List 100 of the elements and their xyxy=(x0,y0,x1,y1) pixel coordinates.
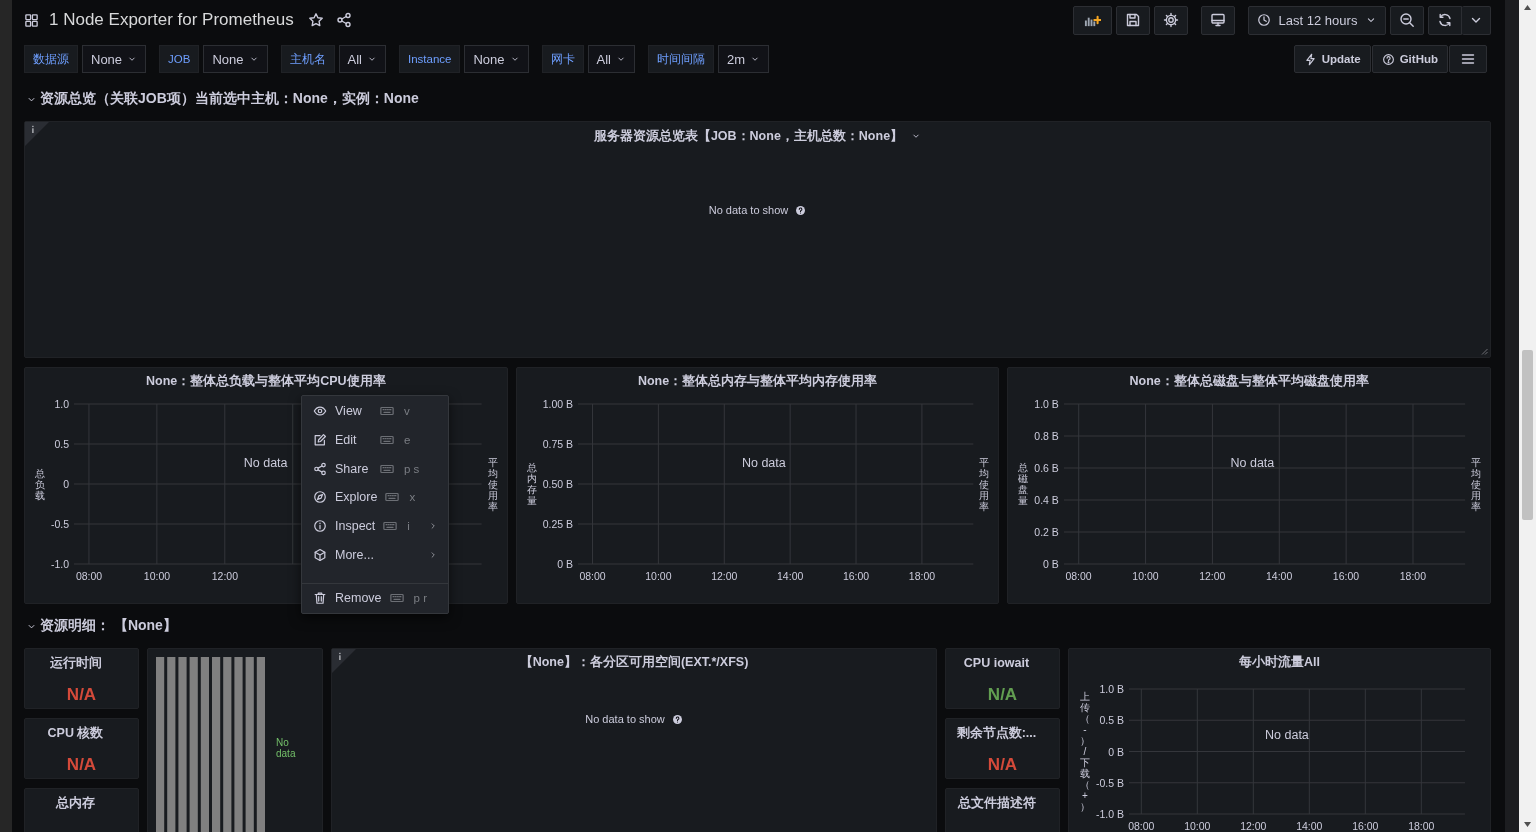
panel-title: 每小时流量All xyxy=(1239,654,1320,670)
variable-label: JOB xyxy=(159,45,200,73)
variable-label: 时间间隔 xyxy=(648,45,714,73)
menu-item[interactable]: View v xyxy=(302,397,448,426)
no-data-message: No data to show xyxy=(708,204,789,216)
variable-dropdown[interactable]: 2m xyxy=(718,45,770,73)
chevron-down-icon xyxy=(509,54,520,64)
chevron-down-icon[interactable] xyxy=(911,131,922,141)
share-icon[interactable] xyxy=(335,12,352,28)
tick-label: 0.6 B xyxy=(1034,461,1059,475)
tick-label: 0 B xyxy=(1108,744,1124,759)
share-icon xyxy=(313,461,327,476)
row-header[interactable]: 资源明细： 【None】 xyxy=(24,615,177,637)
menu-item[interactable]: Remove p r xyxy=(302,584,448,613)
chevron-down-icon xyxy=(127,54,138,64)
menu-item[interactable]: Share p s xyxy=(302,454,448,484)
tick-label: -0.5 B xyxy=(1096,775,1124,790)
stat-value: N/A xyxy=(987,685,1018,705)
tick-label: 08:00 xyxy=(1065,570,1092,582)
axis-label: 总磁盘量 xyxy=(1018,462,1029,506)
variable-dropdown[interactable]: None xyxy=(464,45,529,73)
star-icon[interactable] xyxy=(307,12,324,28)
refresh-button[interactable] xyxy=(1428,5,1462,35)
row-header[interactable]: 资源总览（关联JOB项）当前选中主机：None，实例：None xyxy=(24,88,419,110)
axis-label: 平均使用率 xyxy=(979,456,990,512)
variable-label: 数据源 xyxy=(24,45,78,73)
zoom-out-icon xyxy=(1399,12,1415,28)
tick-label: 12:00 xyxy=(1240,820,1267,832)
stat-value: N/A xyxy=(66,685,97,705)
menu-item[interactable]: Edit e xyxy=(302,425,448,455)
tick-label: 10:00 xyxy=(1132,570,1159,582)
tick-label: 0.2 B xyxy=(1034,525,1059,539)
tick-label: 10:00 xyxy=(1184,820,1211,832)
tick-label: 08:00 xyxy=(1128,820,1155,832)
tick-label: 0.75 B xyxy=(542,437,574,451)
tick-label: 18:00 xyxy=(908,570,936,582)
tick-label: 18:00 xyxy=(1408,820,1435,832)
tick-label: 0.25 B xyxy=(542,517,574,531)
resize-handle-icon[interactable] xyxy=(1481,348,1488,355)
menu-button[interactable] xyxy=(1449,45,1487,73)
panel-title: 运行时间 xyxy=(49,655,103,671)
menu-item[interactable]: More... xyxy=(302,540,448,570)
zoom-out-button[interactable] xyxy=(1390,5,1424,35)
tick-label: 14:00 xyxy=(777,570,804,582)
help-icon xyxy=(1381,52,1395,66)
help-icon[interactable] xyxy=(671,713,683,725)
tick-label: 16:00 xyxy=(1352,820,1379,832)
monitor-icon xyxy=(1210,12,1226,28)
save-icon xyxy=(1125,12,1141,28)
settings-icon xyxy=(1163,12,1179,28)
menu-item[interactable]: Explore x xyxy=(302,483,448,512)
variable-dropdown[interactable]: None xyxy=(82,45,147,73)
shortcut-hint: p s xyxy=(404,462,420,475)
lightning-icon xyxy=(1303,52,1317,66)
variable-label: 主机名 xyxy=(280,45,335,73)
time-picker[interactable]: Last 12 hours xyxy=(1248,5,1386,35)
tick-label: 12:00 xyxy=(711,570,738,582)
shortcut-hint: v xyxy=(404,405,411,418)
dashboard-link[interactable]: GitHub xyxy=(1371,45,1448,73)
axis-label: 平均使用率 xyxy=(1471,456,1481,512)
shortcut-hint: x xyxy=(409,491,417,504)
variable-label: Instance xyxy=(399,45,461,73)
tick-label: 0.50 B xyxy=(542,477,574,491)
tv-mode-button[interactable] xyxy=(1201,5,1235,35)
variable-dropdown[interactable]: All xyxy=(338,45,386,73)
grid-icon[interactable] xyxy=(24,12,39,28)
tick-label: 0.5 xyxy=(54,437,70,451)
axis-label: 总负载 xyxy=(35,467,45,501)
tick-label: 10:00 xyxy=(143,570,171,582)
help-icon[interactable] xyxy=(795,204,807,216)
tick-label: 0.5 B xyxy=(1099,713,1124,728)
panel-title: None：整体总负载与整体平均CPU使用率 xyxy=(146,373,386,389)
compass-icon xyxy=(313,490,327,505)
scrollbar[interactable] xyxy=(1519,0,1536,832)
panel-title: 剩余节点数:... xyxy=(956,725,1038,741)
eye-icon xyxy=(313,404,327,419)
panel-title[interactable]: 服务器资源总览表【JOB：None，主机总数：None】 xyxy=(593,127,904,145)
tick-label: -1.0 xyxy=(51,557,70,571)
settings-button[interactable] xyxy=(1154,5,1188,35)
shortcut-hint: p r xyxy=(413,592,427,605)
dashboard-link[interactable]: Update xyxy=(1293,45,1371,73)
no-data-message: No data xyxy=(1230,456,1275,471)
add-panel-button[interactable] xyxy=(1073,5,1112,35)
panel-title: 总内存 xyxy=(56,795,96,811)
variable-label: 网卡 xyxy=(541,45,584,73)
variable-dropdown[interactable]: All xyxy=(587,45,635,73)
stat-value: N/A xyxy=(66,755,97,775)
menu-item[interactable]: Inspect i xyxy=(302,511,448,541)
tick-label: 16:00 xyxy=(1332,570,1360,582)
menu-icon xyxy=(1460,51,1476,67)
trash-icon xyxy=(313,591,327,606)
variable-dropdown[interactable]: None xyxy=(203,45,268,73)
refresh-interval-button[interactable] xyxy=(1462,5,1491,35)
tick-label: 16:00 xyxy=(842,570,870,582)
tick-label: 18:00 xyxy=(1399,570,1426,582)
tick-label: 0 B xyxy=(1043,557,1059,571)
tick-label: 08:00 xyxy=(75,570,103,582)
tick-label: 12:00 xyxy=(1199,570,1226,582)
axis-label: 上传（-）/下载（+） xyxy=(1080,691,1090,812)
save-button[interactable] xyxy=(1116,5,1150,35)
